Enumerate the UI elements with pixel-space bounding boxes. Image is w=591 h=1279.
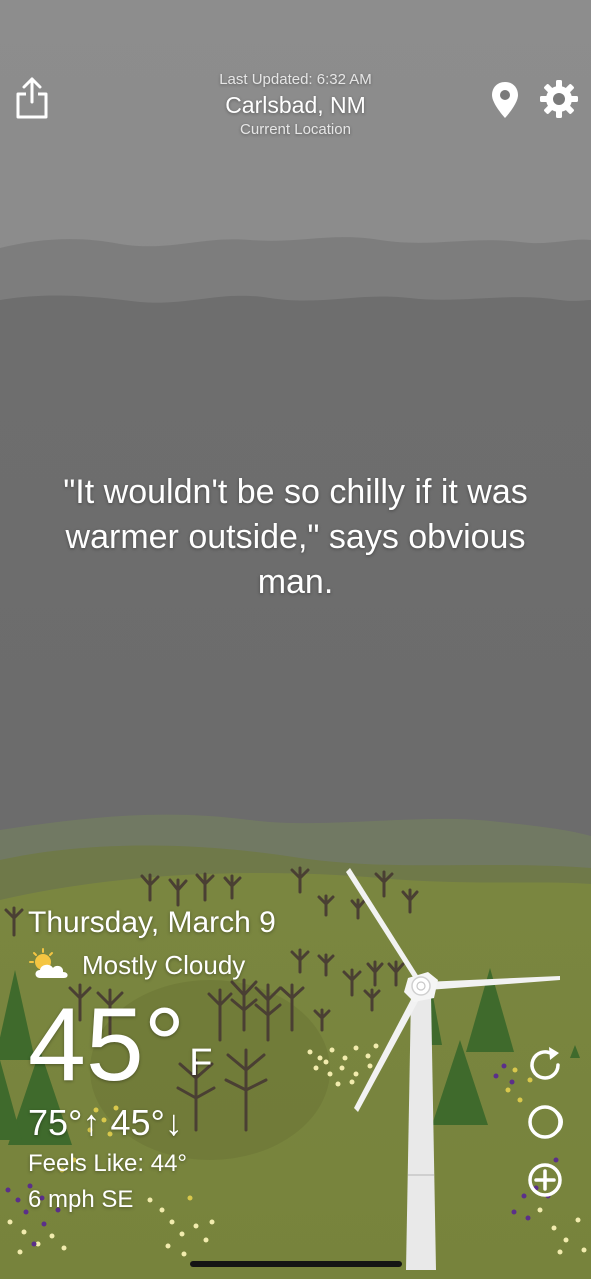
gear-icon bbox=[540, 80, 578, 118]
moon-phase-button[interactable] bbox=[525, 1102, 565, 1142]
date-text: Thursday, March 9 bbox=[28, 906, 276, 939]
location-pin-icon bbox=[492, 82, 518, 118]
feels-like-text: Feels Like: 44° bbox=[28, 1150, 188, 1177]
refresh-button[interactable] bbox=[525, 1045, 565, 1085]
wind-text: 6 mph SE bbox=[28, 1186, 134, 1213]
weather-summary: Thursday, March 9 Mostly Cloudy 45° F 75°… bbox=[28, 905, 276, 1213]
temperature-value[interactable]: 45° bbox=[28, 990, 185, 1100]
location-button[interactable] bbox=[490, 80, 520, 120]
high-low-temperature: 75°↑ 45°↓ bbox=[28, 1102, 183, 1143]
home-indicator[interactable] bbox=[190, 1261, 402, 1267]
add-circle-icon bbox=[528, 1163, 562, 1197]
settings-button[interactable] bbox=[538, 78, 580, 120]
temperature-unit[interactable]: F bbox=[189, 1042, 212, 1085]
refresh-icon bbox=[530, 1047, 560, 1080]
condition-text: Mostly Cloudy bbox=[82, 949, 246, 980]
moon-phase-icon bbox=[528, 1105, 563, 1139]
location-subtitle: Current Location bbox=[240, 121, 351, 138]
temperature-row: 45° F bbox=[28, 990, 213, 1100]
partly-cloudy-icon bbox=[29, 948, 68, 978]
add-location-button[interactable] bbox=[525, 1160, 565, 1200]
weather-quote: "It wouldn't be so chilly if it was warm… bbox=[63, 473, 528, 601]
condition-row: Mostly Cloudy bbox=[28, 947, 276, 983]
